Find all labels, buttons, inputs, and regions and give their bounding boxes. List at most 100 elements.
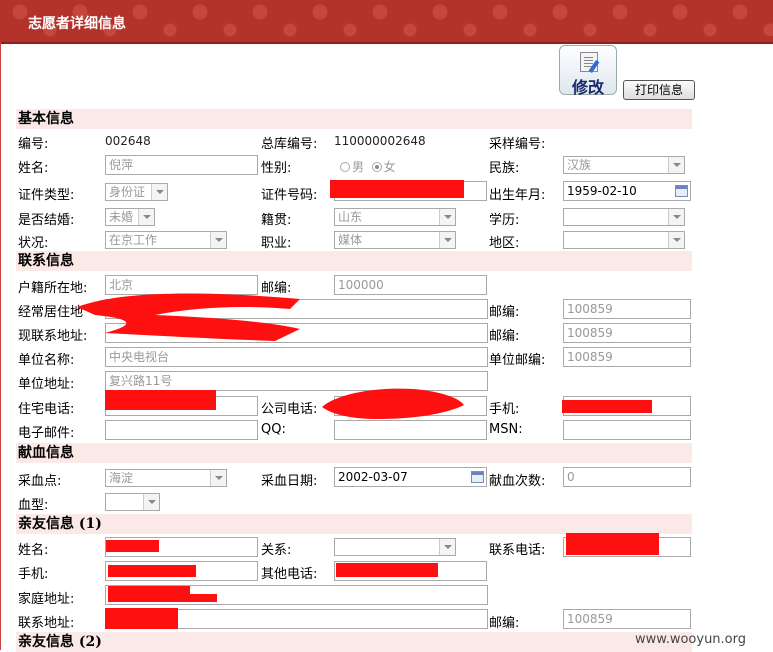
title-bar: 志愿者详细信息	[0, 0, 773, 44]
name-label: 姓名:	[18, 161, 49, 176]
education-select[interactable]	[563, 208, 685, 226]
redaction-mark	[336, 563, 438, 577]
section-contact-info: 联系信息	[16, 251, 692, 271]
origin-select[interactable]: 山东	[334, 208, 456, 226]
org-zip-label: 单位邮编:	[489, 353, 546, 368]
redaction-mark	[105, 390, 216, 410]
donation-count-field[interactable]: 0	[563, 467, 691, 487]
org-name-label: 单位名称:	[18, 353, 75, 368]
relative-name-label: 姓名:	[18, 543, 49, 558]
msn-field[interactable]	[563, 420, 691, 440]
section-donation-info: 献血信息	[16, 443, 692, 463]
donation-count-label: 献血次数:	[489, 474, 546, 489]
id-number-label: 证件号码:	[261, 188, 318, 203]
chevron-down-icon	[668, 157, 684, 173]
print-button[interactable]: 打印信息	[623, 80, 695, 100]
watermark: www.wooyun.org	[635, 632, 747, 647]
id-type-value: 身份证	[109, 185, 146, 199]
female-label: 女	[383, 160, 396, 174]
calendar-icon[interactable]	[471, 471, 484, 483]
male-label: 男	[352, 160, 365, 174]
home-address-label: 家庭地址:	[18, 592, 75, 607]
work-phone-label: 公司电话:	[261, 402, 318, 417]
sample-id-label: 采样编号:	[489, 137, 546, 152]
qq-label: QQ:	[261, 422, 286, 437]
status-select[interactable]: 在京工作	[105, 231, 227, 249]
chevron-down-icon	[210, 470, 226, 486]
job-select[interactable]: 媒体	[334, 231, 456, 249]
edit-button[interactable]: 修改	[559, 45, 617, 97]
org-zip-field[interactable]: 100859	[563, 347, 691, 367]
redaction-mark	[562, 400, 652, 413]
female-radio[interactable]	[371, 162, 382, 172]
donation-site-value: 海淀	[109, 471, 134, 485]
job-value: 媒体	[338, 233, 363, 247]
gender-radio-group[interactable]: 男 女	[340, 158, 396, 175]
org-name-field[interactable]: 中央电视台	[105, 347, 488, 367]
ethnic-select[interactable]: 汉族	[563, 156, 685, 174]
donation-site-label: 采血点:	[18, 474, 62, 489]
name-field[interactable]: 倪萍	[105, 155, 258, 175]
contact-address-label: 联系地址:	[18, 616, 75, 631]
married-select[interactable]: 未婚	[105, 208, 155, 226]
id-label: 编号:	[18, 137, 49, 152]
id-type-select[interactable]: 身份证	[105, 183, 168, 201]
redaction-scribble	[77, 293, 300, 341]
redaction-mark	[106, 540, 159, 552]
donation-date-field[interactable]: 2002-03-07	[334, 467, 487, 487]
redaction-mark	[566, 533, 659, 555]
donation-site-select[interactable]: 海淀	[105, 469, 227, 487]
blood-type-select[interactable]	[105, 493, 160, 511]
education-label: 学历:	[489, 213, 520, 228]
chevron-down-icon	[138, 209, 154, 225]
redaction-mark	[330, 180, 464, 198]
residence-label: 经常居住地	[18, 305, 84, 320]
email-field[interactable]	[105, 420, 258, 440]
calendar-icon[interactable]	[675, 185, 688, 197]
origin-value: 山东	[338, 210, 363, 224]
chevron-down-icon	[668, 232, 684, 248]
blood-type-label: 血型:	[18, 498, 49, 513]
married-label: 是否结婚:	[18, 213, 75, 228]
chevron-down-icon	[151, 184, 167, 200]
ethnic-label: 民族:	[489, 161, 520, 176]
relative-phone-label: 联系电话:	[489, 543, 546, 558]
edit-button-label: 修改	[571, 78, 604, 97]
redaction-mark	[105, 608, 178, 629]
status-value: 在京工作	[109, 233, 158, 247]
relation-select[interactable]	[334, 538, 456, 556]
chevron-down-icon	[210, 232, 226, 248]
home-phone-label: 住宅电话:	[18, 402, 75, 417]
male-radio[interactable]	[340, 162, 350, 172]
job-label: 职业:	[261, 236, 292, 251]
org-address-label: 单位地址:	[18, 377, 75, 392]
id-value: 002648	[105, 134, 151, 148]
db-id-value: 110000002648	[334, 134, 426, 148]
area-select[interactable]	[563, 231, 685, 249]
mobile-label: 手机:	[489, 402, 520, 417]
section-basic-info: 基本信息	[16, 109, 692, 129]
relative-zip-label: 邮编:	[489, 616, 520, 631]
section-relative-1: 亲友信息 (1)	[16, 514, 692, 534]
frame-border	[0, 42, 1, 650]
hukou-zip-field[interactable]: 100000	[334, 275, 487, 295]
current-zip-label: 邮编:	[489, 329, 520, 344]
birth-date-value: 1959-02-10	[567, 184, 637, 198]
current-zip-field[interactable]: 100859	[563, 323, 691, 343]
email-label: 电子邮件:	[18, 426, 75, 441]
section-relative-2: 亲友信息 (2)	[16, 632, 692, 652]
qq-field[interactable]	[334, 420, 487, 440]
msn-label: MSN:	[489, 422, 523, 437]
id-type-label: 证件类型:	[18, 188, 75, 203]
birth-date-field[interactable]: 1959-02-10	[563, 181, 691, 201]
redaction-mark	[108, 565, 196, 577]
relation-label: 关系:	[261, 543, 292, 558]
status-label: 状况:	[18, 236, 49, 251]
relative-mobile-label: 手机:	[18, 567, 49, 582]
chevron-down-icon	[143, 494, 159, 510]
residence-zip-field[interactable]: 100859	[563, 299, 691, 319]
relative-zip-field[interactable]: 100859	[563, 609, 691, 629]
donation-date-label: 采血日期:	[261, 474, 318, 489]
ethnic-value: 汉族	[567, 158, 592, 172]
db-id-label: 总库编号:	[261, 137, 318, 152]
